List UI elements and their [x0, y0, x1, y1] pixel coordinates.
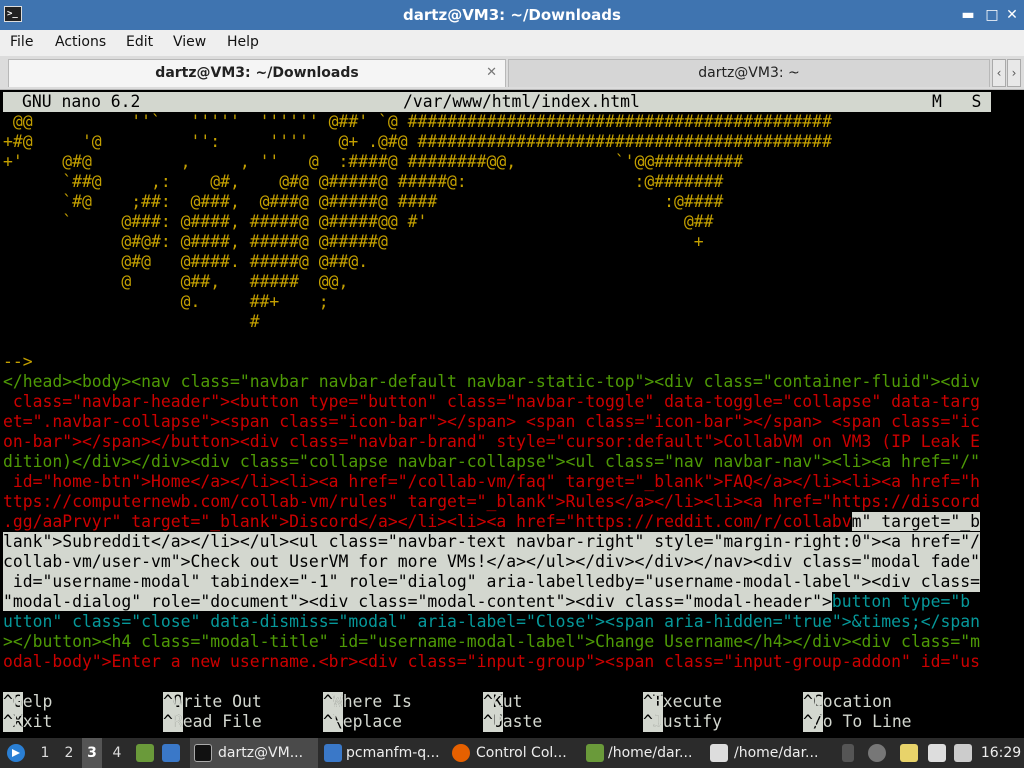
menu-view[interactable]: View	[173, 34, 206, 50]
document-icon	[710, 744, 728, 762]
ascii-line: +' @#@ , , '' @ :####@ ########@@, `'@@#…	[3, 152, 744, 171]
ascii-line: +#@ '@ '': '''' @+ .@#@ ################…	[3, 132, 832, 151]
menu-help[interactable]: Help	[227, 34, 259, 50]
window-title: dartz@VM3: ~/Downloads	[403, 6, 621, 24]
desktop-2[interactable]: 2	[60, 738, 78, 768]
tab-scroll-right-icon[interactable]: ›	[1007, 59, 1021, 87]
tab-home[interactable]: dartz@VM3: ~	[508, 59, 990, 87]
selected-text: "modal-dialog" role="document"><div clas…	[3, 592, 832, 611]
code-line: .gg/aaPrvyr" target="_blank">Discord</a>…	[3, 512, 980, 532]
code-line: -->	[3, 352, 33, 371]
ascii-line: `#@ ;##: @###, @###@ @#####@ #### :@####	[3, 192, 724, 211]
code-text: button type="b	[831, 592, 971, 611]
ascii-line: ` @###: @####, #####@ @#####@@ #' @##	[3, 212, 714, 231]
shortcut-label: Go To Line	[812, 712, 912, 731]
code-line: on-bar"></span></button><div class="navb…	[3, 432, 980, 451]
ascii-line: @#@ @####. #####@ @##@.	[3, 252, 369, 271]
nano-flags: M S	[932, 92, 982, 111]
nano-filename: /var/www/html/index.html	[403, 92, 640, 111]
clock[interactable]: 16:29	[978, 738, 1024, 768]
selected-text: m" target="_b	[851, 512, 980, 531]
code-line: </head><body><nav class="navbar navbar-d…	[3, 372, 980, 391]
ascii-line: @. ##+ ;	[3, 292, 329, 311]
task-label: /home/dar...	[734, 745, 819, 761]
shortcut-row: ^G Help ^O Write Out ^W Where Is ^K Cut …	[3, 692, 1003, 712]
code-line: et=".navbar-collapse"><span class="icon-…	[3, 412, 980, 431]
text-editor-icon	[586, 744, 604, 762]
code-line: dition)</div></div><div class="collapse …	[3, 452, 980, 471]
task-label: /home/dar...	[608, 745, 693, 761]
selected-code-line: id="username-modal" tabindex="-1" role="…	[3, 572, 980, 592]
ascii-line: #	[3, 312, 260, 331]
shortcut-label: Paste	[492, 712, 543, 731]
task-label: dartz@VM...	[218, 745, 304, 761]
selected-code-line: collab-vm/user-vm">Check out UserVM for …	[3, 552, 980, 572]
desktop-4[interactable]: 4	[108, 738, 126, 768]
shortcut-label: Cut	[492, 692, 523, 711]
start-menu-icon[interactable]	[6, 738, 28, 768]
network-icon[interactable]	[928, 744, 946, 762]
shortcut-row: ^X Exit ^R Read File ^\ Replace ^U Paste…	[3, 712, 1003, 732]
maximize-icon[interactable]: □	[982, 5, 1002, 25]
shortcut-label: Location	[812, 692, 892, 711]
task-firefox[interactable]: Control Col...	[450, 738, 578, 768]
ascii-line: @@ ''` ''''' '''''' @##' `@ ############…	[3, 112, 832, 131]
volume-icon[interactable]	[954, 744, 972, 762]
shortcut-label: Read File	[172, 712, 262, 731]
shortcut-label: Justify	[652, 712, 722, 731]
terminal-icon	[194, 744, 212, 762]
file-manager-launcher-icon[interactable]	[136, 744, 154, 762]
tab-close-icon[interactable]: ✕	[486, 60, 497, 86]
clipboard-icon[interactable]	[900, 744, 918, 762]
nano-title-bar: GNU nano 6.2 /var/www/html/index.html M …	[3, 92, 991, 112]
menu-actions[interactable]: Actions	[55, 34, 106, 50]
shortcut-label: Execute	[652, 692, 722, 711]
task-home-folder-2[interactable]: /home/dar...	[708, 738, 834, 768]
tab-label: dartz@VM3: ~	[698, 65, 800, 81]
nano-version: GNU nano 6.2	[22, 92, 141, 111]
tab-label: dartz@VM3: ~/Downloads	[155, 65, 359, 81]
terminal-window: >_ dartz@VM3: ~/Downloads ▬ □ ✕ File Act…	[0, 0, 1024, 738]
code-line: odal-body">Enter a new username.<br><div…	[3, 652, 980, 671]
desktop-3[interactable]: 3	[82, 738, 102, 768]
tray-arrow-icon[interactable]	[842, 744, 854, 762]
close-icon[interactable]: ✕	[1002, 5, 1022, 25]
code-line: id="home-btn">Home</a></li><li><a href="…	[3, 472, 980, 491]
folder-icon	[324, 744, 342, 762]
code-text: .gg/aaPrvyr" target="_blank">Discord</a>…	[3, 512, 852, 531]
tab-downloads[interactable]: dartz@VM3: ~/Downloads ✕	[8, 59, 506, 87]
task-home-folder-1[interactable]: /home/dar...	[584, 738, 704, 768]
selected-code-line: lank">Subreddit</a></li></ul><ul class="…	[3, 532, 980, 552]
task-label: pcmanfm-q...	[346, 745, 440, 761]
firefox-icon	[452, 744, 470, 762]
shortcut-label: Replace	[332, 712, 402, 731]
task-pcmanfm[interactable]: pcmanfm-q...	[322, 738, 444, 768]
terminal-area[interactable]: GNU nano 6.2 /var/www/html/index.html M …	[0, 90, 1024, 738]
minimize-icon[interactable]: ▬	[958, 5, 978, 25]
tab-scroll-left-icon[interactable]: ‹	[992, 59, 1006, 87]
code-line: ></button><h4 class="modal-title" id="us…	[3, 632, 980, 651]
menu-edit[interactable]: Edit	[126, 34, 153, 50]
desktop-1[interactable]: 1	[36, 738, 54, 768]
ascii-line: `##@ ,: @#, @#@ @#####@ #####@: :@######…	[3, 172, 724, 191]
shortcut-label: Help	[12, 692, 53, 711]
code-line: class="navbar-header"><button type="butt…	[3, 392, 980, 411]
title-bar[interactable]: >_ dartz@VM3: ~/Downloads ▬ □ ✕	[0, 0, 1024, 30]
code-line: utton" class="close" data-dismiss="modal…	[3, 612, 980, 631]
ascii-line: @ @##, ##### @@,	[3, 272, 349, 291]
shortcut-label: Exit	[12, 712, 53, 731]
show-desktop-icon[interactable]	[162, 744, 180, 762]
task-label: Control Col...	[476, 745, 567, 761]
taskbar: 1 2 3 4 dartz@VM... pcmanfm-q... Control…	[0, 738, 1024, 768]
code-line: "modal-dialog" role="document"><div clas…	[3, 592, 970, 612]
shortcut-label: Where Is	[332, 692, 412, 711]
code-line: ttps://computernewb.com/collab-vm/rules"…	[3, 492, 980, 511]
tab-bar: dartz@VM3: ~/Downloads ✕ dartz@VM3: ~ ‹ …	[0, 56, 1024, 90]
ascii-line: @#@#: @####, #####@ @#####@ +	[3, 232, 704, 251]
menu-bar: File Actions Edit View Help	[0, 30, 1024, 56]
task-terminal[interactable]: dartz@VM...	[190, 738, 318, 768]
menu-file[interactable]: File	[10, 34, 33, 50]
shortcut-label: Write Out	[172, 692, 262, 711]
settings-icon[interactable]	[868, 744, 886, 762]
